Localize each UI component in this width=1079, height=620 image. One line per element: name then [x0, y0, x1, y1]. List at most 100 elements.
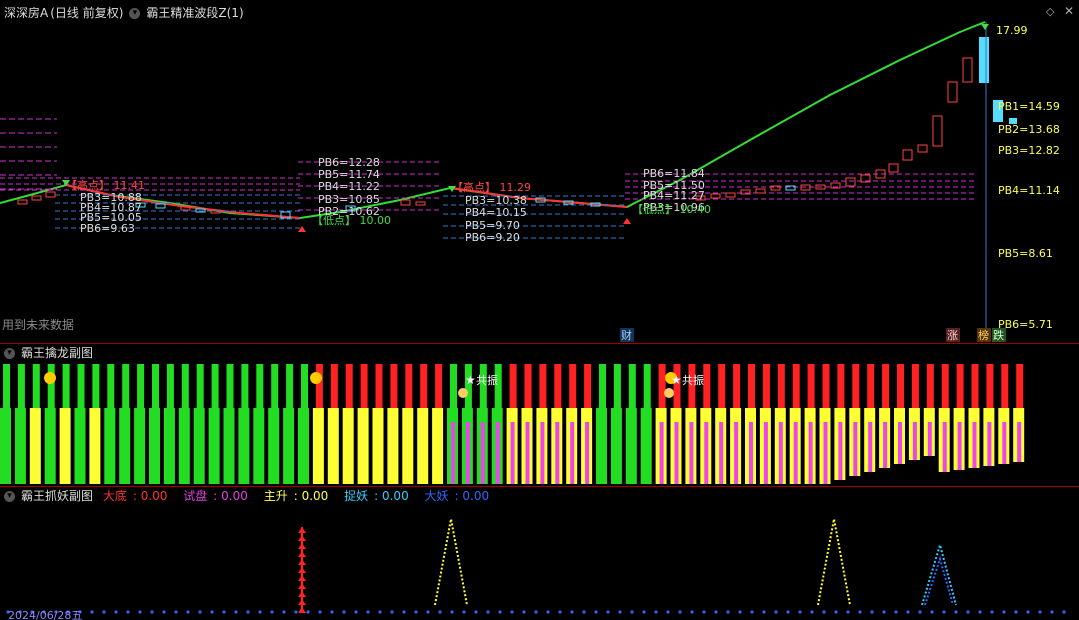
signal-bar-bottom: [268, 408, 280, 484]
baseline-dot: [618, 610, 622, 614]
baseline-dot: [378, 610, 382, 614]
baseline-dot: [666, 610, 670, 614]
zhusheng-peak: [434, 518, 468, 606]
signal-bar-magenta: [927, 422, 932, 456]
signal-bar-bottom: [208, 408, 220, 484]
signal-bar-top: [897, 364, 904, 408]
signal-bar-top: [137, 364, 145, 408]
signal-bar-top: [166, 364, 174, 408]
baseline-dot: [762, 610, 766, 614]
signal-bar-top: [554, 364, 562, 408]
baseline-dot: [798, 610, 802, 614]
baseline-dot: [930, 610, 934, 614]
baseline-dot: [438, 610, 442, 614]
signal-bar-bottom: [119, 408, 131, 484]
baseline-dot: [906, 610, 910, 614]
signal-bar-bottom: [178, 408, 190, 484]
baseline-dot: [1038, 610, 1042, 614]
signal-bar-top: [196, 364, 204, 408]
arrow-up-icon: [298, 226, 306, 232]
baseline-dot: [918, 610, 922, 614]
signal-bar-top: [211, 364, 219, 408]
cai-label: 财: [621, 328, 632, 342]
baseline-dot: [510, 610, 514, 614]
signal-bar-top: [17, 364, 25, 408]
signal-bar-magenta: [659, 422, 664, 484]
candle: [947, 81, 958, 103]
signal-bar-top: [748, 364, 755, 408]
signal-bar-bottom: [59, 408, 71, 484]
baseline-dot: [318, 610, 322, 614]
signal-bar-top: [718, 364, 726, 408]
signal-bar-bottom: [193, 408, 205, 484]
baseline-dot: [774, 610, 778, 614]
signal-bar-top: [956, 364, 964, 408]
baseline-dot: [582, 610, 586, 614]
signal-bar-top: [569, 364, 577, 408]
signal-bar-bottom: [253, 408, 265, 484]
baseline-dot: [486, 610, 490, 614]
signal-bar-bottom: [312, 408, 324, 484]
signal-bar-top: [852, 364, 860, 408]
baseline-dot: [822, 610, 826, 614]
baseline-dot: [222, 610, 226, 614]
signal-bar-bottom: [640, 408, 652, 484]
signal-bar-top: [882, 364, 890, 408]
candle: [155, 203, 166, 209]
signal-bar-top: [524, 364, 532, 408]
date-label: 2024/06/28五: [8, 609, 82, 620]
signal-bar-bottom: [625, 408, 637, 484]
baseline-dot: [954, 610, 958, 614]
baseline-dot: [258, 610, 262, 614]
signal-bar-magenta: [808, 422, 813, 484]
signal-bar-magenta: [719, 422, 724, 484]
candle: [710, 193, 721, 199]
baseline-dot: [570, 610, 574, 614]
pb-label: PB2=13.68: [998, 123, 1060, 136]
die-label: 跌: [993, 328, 1004, 342]
baseline-dot: [462, 610, 466, 614]
signal-bar-bottom: [432, 408, 444, 484]
signal-bar-top: [777, 364, 785, 408]
baseline-dot: [714, 610, 718, 614]
pb-label: PB6=5.71: [998, 318, 1053, 331]
signal-bar-top: [539, 364, 547, 408]
arrow-down-icon: [981, 24, 989, 30]
qinlong-canvas[interactable]: ★ 共振 ★ 共振: [0, 344, 1079, 486]
signal-bar-top: [911, 364, 919, 408]
signal-bar-top: [613, 364, 621, 408]
signal-bar-top: [32, 364, 40, 408]
signal-bar-bottom: [417, 408, 429, 484]
main-chart-canvas[interactable]: PB3=10.88PB4=10.87PB5=10.05PB6=9.63PB6=1…: [0, 0, 1079, 343]
baseline-dot: [186, 610, 190, 614]
low-marker-label: 【低点】 10.00: [312, 214, 391, 227]
signal-bar-bottom: [342, 408, 354, 484]
signal-bar-magenta: [987, 422, 992, 466]
bang-label: 榜: [978, 328, 989, 342]
baseline-dot: [354, 610, 358, 614]
signal-bar-top: [181, 364, 189, 408]
baseline-dot: [858, 610, 862, 614]
signal-bar-top: [226, 364, 234, 408]
money-bag-icon: [458, 388, 468, 398]
signal-bar-magenta: [957, 422, 962, 470]
signal-bar-magenta: [838, 422, 843, 480]
candle-big: [979, 37, 989, 83]
zhuayao-canvas[interactable]: 2024/06/28五: [0, 487, 1079, 620]
smiley-icon: [310, 372, 322, 384]
smiley-icon: [44, 372, 56, 384]
baseline-dot: [846, 610, 850, 614]
baseline-dot: [594, 610, 598, 614]
signal-bar-top: [733, 364, 741, 408]
baseline-dot: [522, 610, 526, 614]
candle: [962, 57, 973, 83]
baseline-dot: [138, 610, 142, 614]
signal-bar-bottom: [134, 408, 146, 484]
baseline-dot: [558, 610, 562, 614]
baseline-dot: [1062, 610, 1066, 614]
signal-bar-top: [77, 364, 85, 408]
signal-bar-top: [345, 364, 353, 408]
signal-bar-bottom: [283, 408, 295, 484]
signal-bar-top: [792, 364, 800, 408]
signal-bar-bottom: [402, 408, 414, 484]
